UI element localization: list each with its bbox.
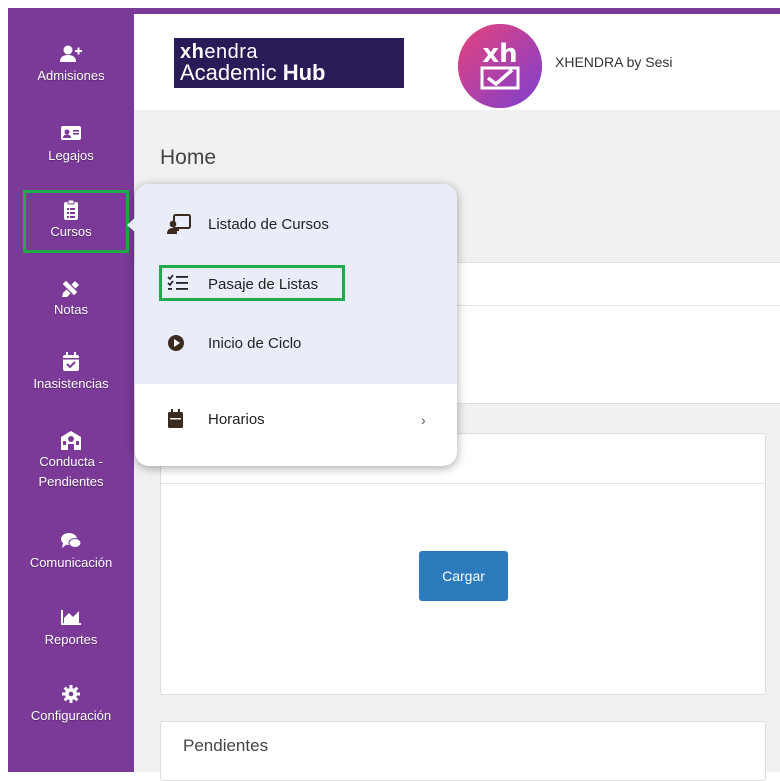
sidebar-item-admisiones[interactable]: Admisiones — [8, 44, 134, 86]
sidebar-item-inasistencias[interactable]: Inasistencias — [8, 352, 134, 394]
submenu-pointer — [127, 217, 136, 233]
sidebar-item-label-line2: Pendientes — [38, 474, 104, 489]
calendar-check-icon — [8, 352, 134, 372]
sidebar-item-label: Configuración — [30, 708, 112, 723]
brand-logo-line2: Academic — [180, 60, 283, 85]
sidebar-item-configuracion[interactable]: Configuración — [8, 684, 134, 726]
pendientes-card-title: Pendientes — [183, 736, 269, 755]
sidebar-item-reportes[interactable]: Reportes — [8, 608, 134, 650]
page-title: Home — [160, 146, 217, 169]
play-circle-icon — [167, 333, 189, 353]
cargar-button[interactable]: Cargar — [419, 551, 508, 601]
chart-area-icon — [8, 608, 134, 628]
sidebar-item-label: Notas — [54, 302, 88, 317]
sidebar-item-notas[interactable]: Notas — [8, 278, 134, 320]
comments-icon — [8, 531, 134, 551]
org-name: XHENDRA by Sesi — [555, 54, 673, 70]
sidebar-item-comunicacion[interactable]: Comunicación — [8, 531, 134, 573]
menu-item-label: Inicio de Ciclo — [208, 335, 302, 352]
sidebar-item-label: Legajos — [48, 148, 94, 163]
pencil-ruler-icon — [8, 278, 134, 298]
org-logo-text: xh — [482, 39, 517, 69]
header-accent-line — [134, 8, 780, 14]
brand-logo[interactable]: xhendra Academic Hub — [174, 38, 404, 88]
chevron-right-icon: › — [421, 412, 426, 428]
sidebar-item-label: Inasistencias — [33, 376, 109, 391]
sidebar-item-conducta-pendientes[interactable]: Conducta - Pendientes — [8, 430, 134, 492]
brand-logo-hub: Hub — [282, 60, 326, 85]
chalkboard-teacher-icon — [167, 214, 191, 234]
school-icon — [8, 430, 134, 450]
sidebar-item-label: Admisiones — [37, 68, 105, 83]
menu-item-label: Horarios — [208, 411, 265, 428]
org-logo: xh — [458, 24, 542, 108]
id-card-icon — [8, 124, 134, 144]
app-window: Admisiones Legajos Cursos Notas Inasiste… — [0, 0, 780, 781]
menu-item-label: Listado de Cursos — [208, 216, 329, 233]
sidebar-item-label: Comunicación — [29, 555, 113, 570]
sidebar-item-label: Reportes — [44, 632, 98, 647]
cursos-highlight-box — [23, 190, 129, 253]
gear-icon — [8, 684, 134, 704]
user-plus-icon — [8, 44, 134, 64]
sidebar-item-label: Conducta - — [39, 454, 103, 469]
pasaje-de-listas-highlight-box — [159, 265, 345, 301]
sidebar-item-legajos[interactable]: Legajos — [8, 124, 134, 166]
calendar-icon — [167, 409, 189, 429]
